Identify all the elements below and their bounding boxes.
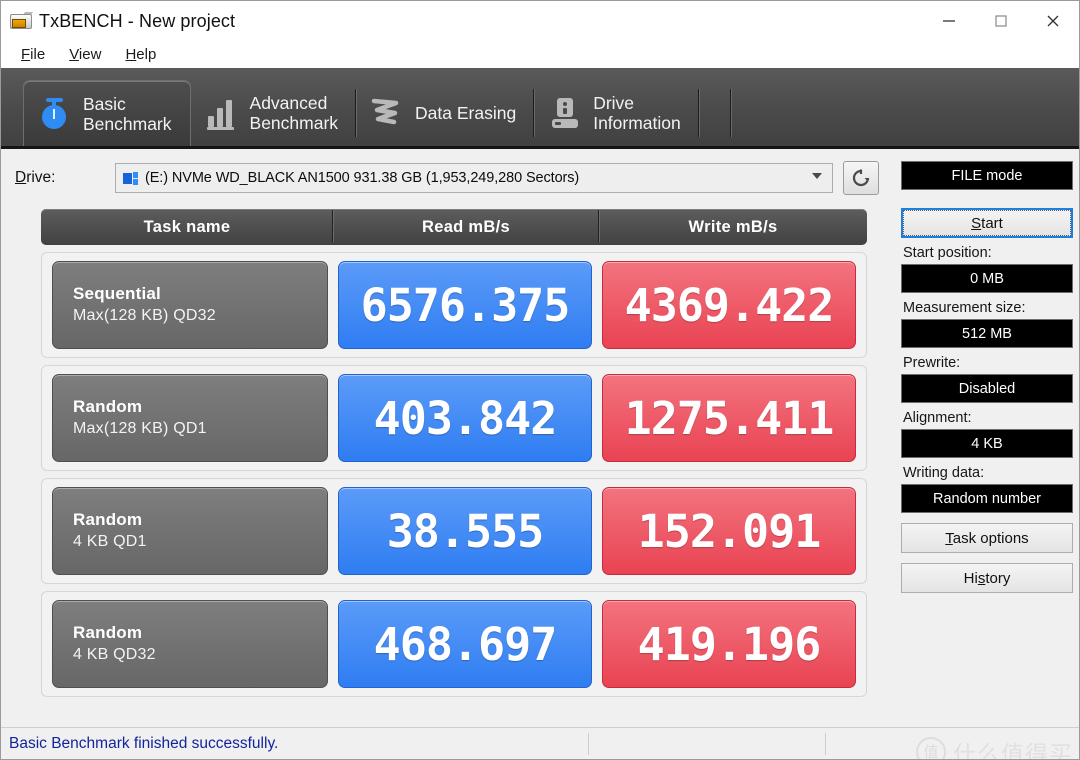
read-value-cell: 403.842 [337,374,592,462]
tab-advanced-benchmark-label: Advanced Benchmark [249,93,339,133]
tab-basic-benchmark-label: Basic Benchmark [83,93,172,134]
tab-strip-end [699,80,731,146]
drive-label: Drive: [15,169,56,186]
tab-drive-information-label: Drive Information [593,93,681,133]
column-header-task-name: Task name [41,209,333,242]
column-header-write: Write mB/s [688,217,778,236]
refresh-button[interactable] [843,161,879,195]
status-message: Basic Benchmark finished successfully. [9,734,279,752]
read-value-cell: 6576.375 [337,261,592,349]
minimize-button[interactable] [923,1,975,41]
watermark-text: 什么值得买 [953,741,1073,760]
start-button[interactable]: Start [901,208,1073,238]
task-name-cell[interactable]: Random 4 KB QD32 [52,600,328,688]
tab-basic-benchmark[interactable]: Basic Benchmark [23,80,191,146]
drive-select-value: (E:) NVMe WD_BLACK AN1500 931.38 GB (1,9… [145,170,580,186]
bar-chart-icon [205,95,239,131]
writing-data-label: Writing data: [903,465,985,481]
prewrite-value[interactable]: Disabled [901,374,1073,403]
window-title: TxBENCH - New project [39,10,236,31]
tab-strip: Basic Benchmark Advanced Benchmark Data … [1,68,1079,149]
chevron-down-icon[interactable] [812,173,822,179]
column-header-read: Read mB/s [333,209,599,242]
menu-item-file[interactable]: File [11,44,55,66]
maximize-button[interactable] [975,1,1027,41]
history-button[interactable]: History [901,563,1073,593]
stopwatch-icon [38,96,72,132]
table-row: Random Max(128 KB) QD1 403.842 1275.411 [41,365,867,471]
menu-bar: File View Help [1,41,1079,68]
write-value-cell: 152.091 [601,487,856,575]
writing-data-value[interactable]: Random number [901,484,1073,513]
read-value-cell: 38.555 [337,487,592,575]
prewrite-label: Prewrite: [903,355,961,371]
alignment-label: Alignment: [903,410,972,426]
tab-data-erasing-label: Data Erasing [415,103,517,123]
menu-item-view[interactable]: View [59,44,111,66]
status-separator [588,732,589,755]
benchmark-results: Task name Read mB/s Write mB/s Sequentia… [41,209,867,697]
zigzag-erase-icon [370,95,404,131]
task-name-cell[interactable]: Sequential Max(128 KB) QD32 [52,261,328,349]
app-drive-icon [10,12,34,30]
content-area: Drive: (E:) NVMe WD_BLACK AN1500 931.38 … [1,149,1079,759]
refresh-icon [852,169,870,187]
write-value-cell: 419.196 [601,600,856,688]
table-row: Random 4 KB QD32 468.697 419.196 [41,591,867,697]
close-button[interactable] [1027,1,1079,41]
table-row: Random 4 KB QD1 38.555 152.091 [41,478,867,584]
results-header: Task name Read mB/s Write mB/s [41,209,867,245]
watermark-logo-icon: 值 [916,736,946,759]
drive-info-icon [548,95,582,131]
alignment-value[interactable]: 4 KB [901,429,1073,458]
txbench-window: TxBENCH - New project File View Help Bas… [0,0,1080,760]
table-row: Sequential Max(128 KB) QD32 6576.375 436… [41,252,867,358]
window-controls [923,1,1079,41]
tab-advanced-benchmark[interactable]: Advanced Benchmark [191,80,357,146]
read-value-cell: 468.697 [337,600,592,688]
watermark: 值 什么值得买 [916,735,1073,760]
measurement-size-label: Measurement size: [903,300,1026,316]
task-name-cell[interactable]: Random Max(128 KB) QD1 [52,374,328,462]
measurement-size-value[interactable]: 512 MB [901,319,1073,348]
menu-item-help[interactable]: Help [115,44,166,66]
write-value-cell: 1275.411 [601,374,856,462]
options-sidebar: FILE mode Start Start position: 0 MB Mea… [901,161,1073,593]
status-bar: Basic Benchmark finished successfully. 值… [1,727,1079,759]
drive-small-icon [123,171,139,185]
write-value-cell: 4369.422 [601,261,856,349]
drive-select[interactable]: (E:) NVMe WD_BLACK AN1500 931.38 GB (1,9… [115,163,833,193]
tab-drive-information[interactable]: Drive Information [534,80,699,146]
status-separator [825,732,826,755]
task-options-button[interactable]: Task options [901,523,1073,553]
start-position-value[interactable]: 0 MB [901,264,1073,293]
task-name-cell[interactable]: Random 4 KB QD1 [52,487,328,575]
tab-data-erasing[interactable]: Data Erasing [356,80,535,146]
mode-indicator[interactable]: FILE mode [901,161,1073,190]
start-position-label: Start position: [903,245,992,261]
title-bar: TxBENCH - New project [1,1,1079,41]
